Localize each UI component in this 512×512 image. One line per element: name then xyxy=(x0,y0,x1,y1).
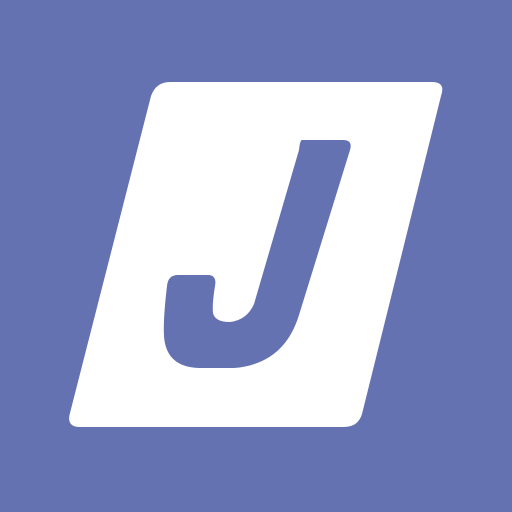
j-logo-icon xyxy=(0,0,512,512)
app-icon xyxy=(0,0,512,512)
